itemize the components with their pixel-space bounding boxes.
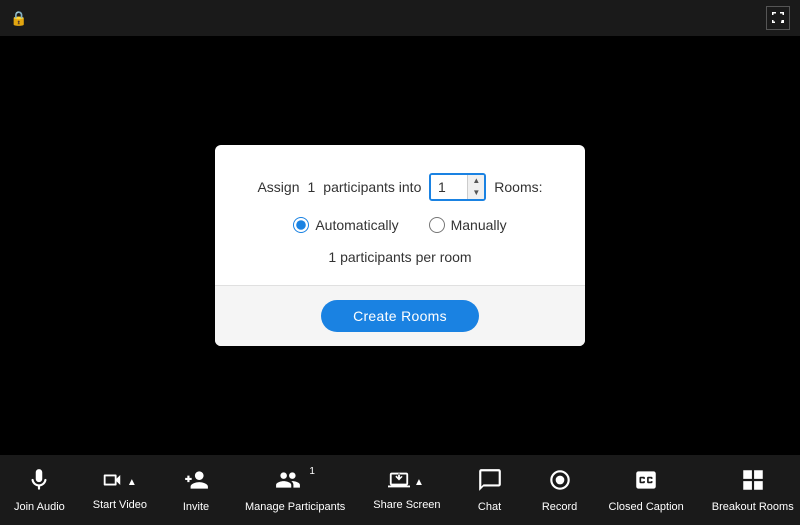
join-audio-icon: [26, 467, 52, 497]
assign-prefix-text: Assign: [257, 179, 299, 195]
toolbar-item-record[interactable]: Record: [525, 459, 595, 521]
assign-row: Assign 1 participants into 1 ▲ ▼ Rooms:: [257, 173, 542, 201]
record-label: Record: [542, 501, 577, 513]
top-bar: 🔒: [0, 0, 800, 36]
main-content: Assign 1 participants into 1 ▲ ▼ Rooms: …: [0, 36, 800, 455]
top-bar-left: 🔒: [10, 10, 27, 27]
video-arrow-icon[interactable]: ▲: [125, 475, 139, 490]
assign-middle-text: participants into: [323, 179, 421, 195]
chat-label: Chat: [478, 501, 501, 513]
lock-icon: 🔒: [10, 10, 27, 27]
automatically-label: Automatically: [315, 217, 398, 233]
top-bar-right: [766, 6, 790, 30]
decrement-button[interactable]: ▼: [468, 187, 484, 199]
breakout-rooms-icon: [740, 467, 766, 497]
manually-label: Manually: [451, 217, 507, 233]
toolbar-item-chat[interactable]: Chat: [455, 459, 525, 521]
closed-caption-icon: [633, 467, 659, 497]
share-screen-with-arrow: ▲: [388, 469, 426, 495]
share-screen-arrow-icon[interactable]: ▲: [412, 475, 426, 490]
share-screen-icon: [388, 469, 410, 495]
increment-button[interactable]: ▲: [468, 175, 484, 187]
breakout-rooms-label: Breakout Rooms: [712, 501, 794, 513]
automatically-option[interactable]: Automatically: [293, 217, 398, 233]
manage-participants-icon: 1: [275, 467, 315, 497]
dialog-footer: Create Rooms: [215, 285, 585, 346]
invite-icon: [183, 467, 209, 497]
room-count-input[interactable]: 1: [431, 175, 467, 199]
closed-caption-label: Closed Caption: [609, 501, 684, 513]
toolbar-item-join-audio[interactable]: Join Audio: [0, 459, 79, 521]
participants-count-text: 1: [308, 179, 316, 195]
start-video-label: Start Video: [93, 499, 147, 511]
manually-option[interactable]: Manually: [429, 217, 507, 233]
chat-icon: [477, 467, 503, 497]
manually-radio[interactable]: [429, 217, 445, 233]
start-video-icon: [101, 469, 123, 495]
room-count-field[interactable]: 1 ▲ ▼: [429, 173, 486, 201]
fullscreen-button[interactable]: [766, 6, 790, 30]
participants-per-room-text: 1 participants per room: [328, 249, 471, 265]
manage-participants-label: Manage Participants: [245, 501, 345, 513]
toolbar-item-invite[interactable]: Invite: [161, 459, 231, 521]
toolbar-items: Join Audio ▲ Start Video Invite: [0, 459, 800, 521]
create-rooms-button[interactable]: Create Rooms: [321, 300, 479, 332]
toolbar-item-share-screen[interactable]: ▲ Share Screen: [359, 461, 454, 519]
toolbar-item-closed-caption[interactable]: Closed Caption: [595, 459, 698, 521]
dialog-body: Assign 1 participants into 1 ▲ ▼ Rooms: …: [215, 145, 585, 285]
toolbar-item-start-video[interactable]: ▲ Start Video: [79, 461, 161, 519]
rooms-suffix-text: Rooms:: [494, 179, 542, 195]
room-count-spinner: ▲ ▼: [467, 175, 484, 199]
invite-label: Invite: [183, 501, 209, 513]
toolbar: Join Audio ▲ Start Video Invite: [0, 455, 800, 525]
start-video-with-arrow: ▲: [101, 469, 139, 495]
automatically-radio[interactable]: [293, 217, 309, 233]
toolbar-item-manage-participants[interactable]: 1 Manage Participants: [231, 459, 359, 521]
record-icon: [547, 467, 573, 497]
toolbar-item-breakout-rooms[interactable]: Breakout Rooms: [698, 459, 800, 521]
join-audio-label: Join Audio: [14, 501, 65, 513]
breakout-rooms-dialog: Assign 1 participants into 1 ▲ ▼ Rooms: …: [215, 145, 585, 346]
share-screen-label: Share Screen: [373, 499, 440, 511]
assignment-method-group: Automatically Manually: [293, 217, 506, 233]
